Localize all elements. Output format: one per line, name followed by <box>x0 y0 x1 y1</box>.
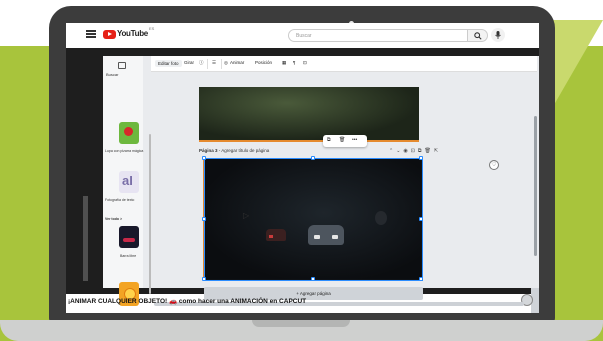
rail-search-icon[interactable] <box>118 62 126 69</box>
resize-handle[interactable] <box>202 277 206 281</box>
paint-icon[interactable]: ¶ <box>293 60 295 65</box>
search-icon <box>474 32 482 40</box>
night-street-image <box>205 159 421 279</box>
shadow-figure <box>375 211 387 225</box>
resize-handle[interactable] <box>311 277 315 281</box>
page-3-canvas[interactable] <box>202 156 423 281</box>
night-bar-thumbnail[interactable] <box>119 226 139 248</box>
animate-button[interactable]: Animar <box>230 60 244 65</box>
resize-handle[interactable] <box>311 156 315 160</box>
toolbar-divider <box>207 59 208 69</box>
page-3-title: Página 3 - Agregar título de página <box>199 148 270 153</box>
animate-icon: ◎ <box>224 60 228 65</box>
search-input[interactable]: Buscar <box>288 29 468 42</box>
rotate-button[interactable]: Girar <box>184 60 194 65</box>
resize-handle[interactable] <box>419 277 423 281</box>
panel-item-label: Barra libre <box>120 254 137 258</box>
laptop-notch <box>252 320 350 327</box>
canvas-toolbar: Editar foto Girar ⓘ ☰ ◎ Animar Posición … <box>151 56 537 72</box>
canvas-scrollbar[interactable] <box>534 116 537 256</box>
cursor-icon: ▷ <box>243 211 250 220</box>
text-photo-thumbnail[interactable]: aI <box>119 171 139 193</box>
transparency-icon[interactable]: ▦ <box>282 60 286 66</box>
ladybug-thumbnail[interactable] <box>119 122 139 144</box>
copy-icon[interactable]: ⧉ <box>327 137 331 143</box>
panel-scrollbar[interactable] <box>149 134 151 294</box>
youtube-logo-icon[interactable] <box>103 30 116 39</box>
resize-handle[interactable] <box>202 217 206 221</box>
toolbar-divider <box>221 59 222 69</box>
elements-panel: Lupa con pizarra mágica aI Fotografía de… <box>103 86 151 306</box>
delete-icon[interactable]: 🗑 <box>339 137 345 143</box>
panel-item-label: Fotografía de texto <box>105 198 135 202</box>
menu-lines-icon[interactable]: ☰ <box>212 60 216 66</box>
voice-search-button[interactable] <box>491 28 505 42</box>
lock-icon[interactable]: ⊡ <box>303 60 307 66</box>
info-icon[interactable]: ⓘ <box>199 60 204 66</box>
editor-window: Buscar Lupa con pizarra mágica aI Fotogr… <box>103 56 539 306</box>
youtube-wordmark[interactable]: YouTube <box>117 29 148 38</box>
video-player[interactable]: Buscar Lupa con pizarra mágica aI Fotogr… <box>66 48 539 313</box>
page-2-canvas[interactable] <box>199 87 419 141</box>
position-button[interactable]: Posición <box>255 60 272 65</box>
side-tab <box>83 196 88 281</box>
timeline-marker <box>199 140 419 142</box>
microphone-icon <box>495 31 501 39</box>
edit-photo-button[interactable]: Editar foto <box>155 60 182 67</box>
country-code: ES <box>149 26 155 31</box>
menu-icon[interactable] <box>86 30 96 38</box>
resize-handle[interactable] <box>419 156 423 160</box>
video-title[interactable]: ¡ANIMAR CUALQUIER OBJETO! 🚗 como hacer u… <box>68 297 306 305</box>
see-all-link[interactable]: Ver todo > <box>105 217 149 222</box>
more-icon[interactable]: ••• <box>352 137 357 143</box>
page-3-tools[interactable]: ⌃⌄◉⊡⧉🗑⇱ <box>389 148 441 154</box>
panel-item-label: Lupa con pizarra mágica <box>105 149 144 153</box>
red-car <box>266 229 286 241</box>
resize-handle[interactable] <box>202 156 206 160</box>
rail-label: Buscar <box>106 72 119 77</box>
youtube-header: YouTube ES Buscar <box>66 23 539 48</box>
search-button[interactable] <box>468 29 488 42</box>
resize-handle[interactable] <box>419 217 423 221</box>
foliage-image <box>199 87 419 141</box>
screen: YouTube ES Buscar Buscar Lupa con pizarr… <box>66 23 539 313</box>
white-car <box>308 225 344 245</box>
floating-toolbar: ⧉ 🗑 ••• <box>323 135 367 147</box>
favorite-icon[interactable]: ♡ <box>489 160 499 170</box>
